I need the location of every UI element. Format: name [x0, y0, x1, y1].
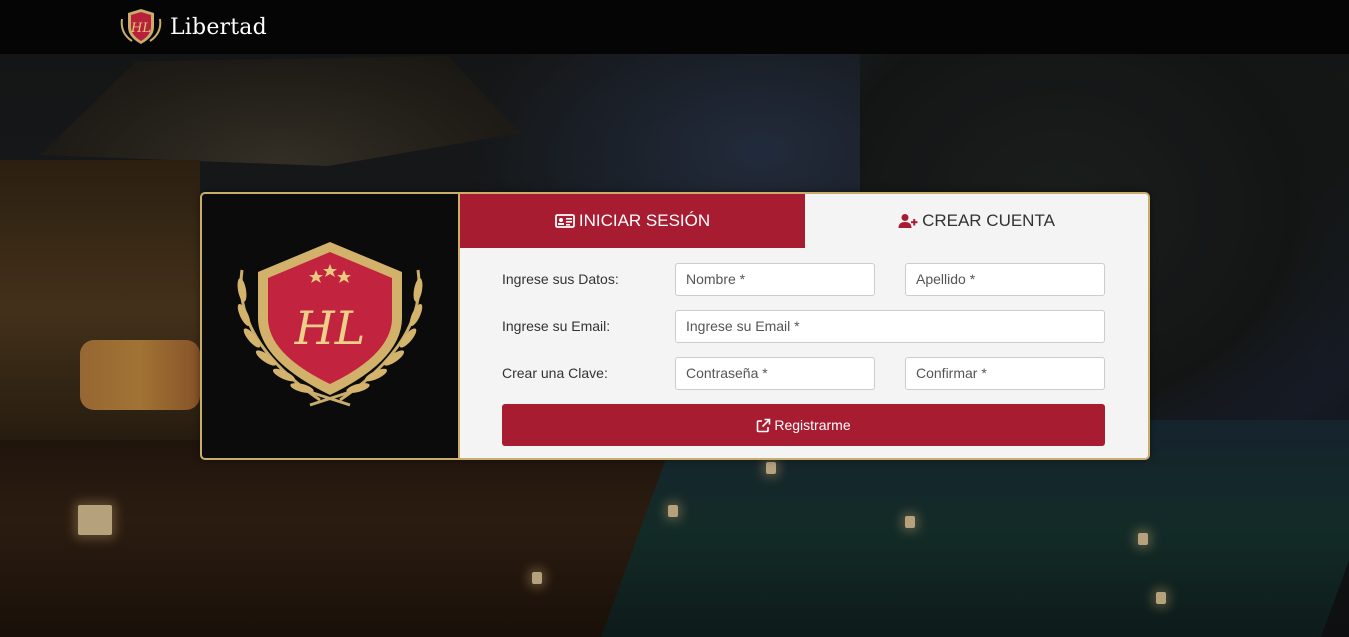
label-datos: Ingrese sus Datos:: [502, 271, 619, 287]
tab-iniciar-sesion-label: INICIAR SESIÓN: [578, 211, 711, 230]
emblem-panel: HL: [202, 194, 460, 458]
id-card-icon: [554, 214, 575, 228]
tab-crear-cuenta[interactable]: CREAR CUENTA: [805, 194, 1148, 248]
tab-crear-cuenta-label: CREAR CUENTA: [922, 211, 1055, 230]
label-email: Ingrese su Email:: [502, 318, 611, 334]
hotel-emblem-icon: HL: [237, 242, 423, 407]
form-row-clave: Crear una Clave:: [502, 356, 1105, 390]
form-row-email: Ingrese su Email:: [502, 309, 1105, 343]
svg-text:HL: HL: [294, 301, 366, 355]
apellido-input[interactable]: [905, 262, 1105, 296]
external-link-icon: [757, 418, 771, 432]
registrarme-button[interactable]: Registrarme: [502, 404, 1105, 446]
user-plus-icon: [898, 214, 918, 228]
brand-link[interactable]: HL Libertad: [118, 7, 267, 47]
auth-card: HL INICIAR SESIÓN CREAR CUENTA Ingrese s…: [200, 192, 1150, 460]
register-form: Ingrese sus Datos: Ingrese su Email: Cre…: [460, 248, 1148, 446]
shield-logo-icon: HL: [120, 9, 162, 44]
form-panel: INICIAR SESIÓN CREAR CUENTA Ingrese sus …: [460, 194, 1148, 458]
svg-text:HL: HL: [130, 21, 151, 36]
navbar: HL Libertad: [0, 0, 1349, 54]
password-input[interactable]: [675, 356, 875, 390]
form-row-datos: Ingrese sus Datos:: [502, 262, 1105, 296]
brand-name: Libertad: [170, 14, 267, 40]
registrarme-label: Registrarme: [774, 417, 851, 433]
nombre-input[interactable]: [675, 262, 875, 296]
auth-tabs: INICIAR SESIÓN CREAR CUENTA: [460, 194, 1148, 248]
tab-iniciar-sesion[interactable]: INICIAR SESIÓN: [460, 194, 805, 248]
confirm-password-input[interactable]: [905, 356, 1105, 390]
email-input[interactable]: [675, 309, 1105, 343]
label-clave: Crear una Clave:: [502, 365, 608, 381]
